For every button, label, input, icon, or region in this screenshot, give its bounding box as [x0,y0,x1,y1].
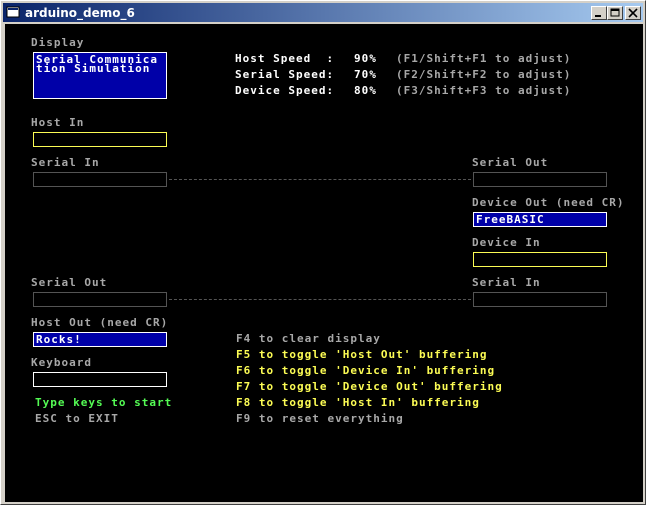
help-f6: F6 to toggle 'Device In' buffering [236,364,496,377]
device-speed-hint: (F3/Shift+F3 to adjust) [396,84,572,97]
serial-in-left-field [33,172,167,187]
serial-link-top [169,179,471,180]
minimize-icon [595,15,601,17]
esc-message: ESC to EXIT [35,412,119,425]
display-line-2: tion Simulation [36,62,151,75]
close-button[interactable] [625,6,641,20]
close-icon [628,8,638,18]
host-speed-label: Host Speed : [235,52,335,65]
help-f5: F5 to toggle 'Host Out' buffering [236,348,488,361]
display-box: Serial Communica tion Simulation [33,52,167,99]
serial-in-left-label: Serial In [31,156,100,169]
host-out-value: Rocks! [36,333,82,346]
device-speed-label: Device Speed: [235,84,335,97]
keyboard-input[interactable] [33,372,167,387]
device-out-value: FreeBASIC [476,213,545,226]
device-out-field: FreeBASIC [473,212,607,227]
serial-out-left-label: Serial Out [31,276,108,289]
app-icon [6,6,20,18]
maximize-button[interactable] [607,6,623,20]
title-bar[interactable]: arduino_demo_6 [3,3,643,22]
minimize-button[interactable] [591,6,607,20]
console-area[interactable]: Display Serial Communica tion Simulation… [5,24,643,502]
maximize-icon [610,8,620,17]
serial-speed-hint: (F2/Shift+F2 to adjust) [396,68,572,81]
help-f9: F9 to reset everything [236,412,404,425]
keyboard-label: Keyboard [31,356,92,369]
host-speed-hint: (F1/Shift+F1 to adjust) [396,52,572,65]
serial-link-bottom [169,299,471,300]
host-out-label: Host Out (need CR) [31,316,169,329]
help-f8: F8 to toggle 'Host In' buffering [236,396,480,409]
type-keys-message: Type keys to start [35,396,173,409]
serial-speed-value: 70% [354,68,377,81]
device-in-field [473,252,607,267]
serial-out-right-field [473,172,607,187]
serial-out-right-label: Serial Out [472,156,549,169]
serial-speed-label: Serial Speed: [235,68,335,81]
serial-in-right-field [473,292,607,307]
device-out-label: Device Out (need CR) [472,196,625,209]
host-out-field: Rocks! [33,332,167,347]
help-f7: F7 to toggle 'Device Out' buffering [236,380,503,393]
help-f4: F4 to clear display [236,332,381,345]
display-label: Display [31,36,85,49]
host-speed-value: 90% [354,52,377,65]
serial-in-right-label: Serial In [472,276,541,289]
app-window: arduino_demo_6 Display Serial Communica … [0,0,646,505]
device-speed-value: 80% [354,84,377,97]
host-in-label: Host In [31,116,85,129]
device-in-label: Device In [472,236,541,249]
serial-out-left-field [33,292,167,307]
window-title: arduino_demo_6 [25,6,135,20]
host-in-field [33,132,167,147]
